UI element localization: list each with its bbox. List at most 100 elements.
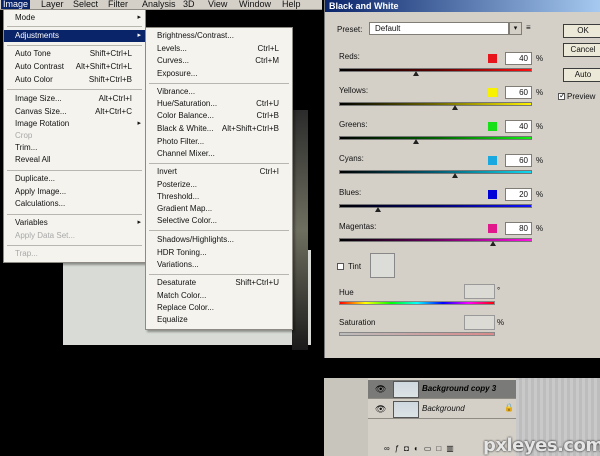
menu-item-variables[interactable]: Variables ▸ bbox=[4, 217, 145, 229]
menu-item-equalize[interactable]: Equalize bbox=[146, 314, 292, 326]
menu-item-apply-image[interactable]: Apply Image... bbox=[4, 186, 145, 198]
menu-item-match-color[interactable]: Match Color... bbox=[146, 290, 292, 302]
percent-unit: % bbox=[536, 88, 544, 97]
slider-track[interactable] bbox=[339, 238, 532, 242]
preview-checkbox[interactable]: ✓ bbox=[558, 91, 566, 100]
preset-select[interactable]: Default bbox=[369, 22, 509, 35]
menu-item-threshold[interactable]: Threshold... bbox=[146, 191, 292, 203]
menu-image[interactable]: Image bbox=[1, 0, 31, 9]
menu-item-trim[interactable]: Trim... bbox=[4, 142, 145, 154]
slider-thumb[interactable] bbox=[451, 173, 458, 178]
layer-row-background-copy-3[interactable]: 👁 Background copy 3 bbox=[368, 380, 516, 399]
saturation-value-field[interactable] bbox=[464, 315, 495, 330]
hue-slider[interactable] bbox=[339, 301, 495, 305]
menu-item-auto-tone[interactable]: Auto Tone Shift+Ctrl+L bbox=[4, 48, 145, 60]
slider-value-field[interactable]: 20 bbox=[505, 188, 532, 201]
menu-item-levels[interactable]: Levels... Ctrl+L bbox=[146, 43, 292, 55]
menu-item-replace-color[interactable]: Replace Color... bbox=[146, 302, 292, 314]
menu-item-brightness-contrast[interactable]: Brightness/Contrast... bbox=[146, 30, 292, 42]
slider-label: Yellows: bbox=[339, 86, 369, 95]
eye-icon[interactable]: 👁 bbox=[375, 384, 386, 394]
preset-options-icon[interactable]: ≡ bbox=[526, 23, 534, 34]
menu-item-variations[interactable]: Variations... bbox=[146, 259, 292, 271]
menu-item-auto-contrast[interactable]: Auto Contrast Alt+Shift+Ctrl+L bbox=[4, 61, 145, 73]
slider-thumb[interactable] bbox=[490, 241, 497, 246]
auto-button[interactable]: Auto bbox=[563, 68, 600, 82]
menu-item-curves[interactable]: Curves... Ctrl+M bbox=[146, 55, 292, 67]
menu-item-shadows-highlights[interactable]: Shadows/Highlights... bbox=[146, 234, 292, 246]
percent-unit: % bbox=[536, 122, 544, 131]
menu-item-channel-mixer[interactable]: Channel Mixer... bbox=[146, 148, 292, 160]
menu-item-apply-data-set[interactable]: Apply Data Set... bbox=[4, 230, 145, 242]
adjustment-layer-icon[interactable]: ◐ bbox=[414, 444, 424, 453]
slider-value-field[interactable]: 60 bbox=[505, 154, 532, 167]
menu-item-invert[interactable]: Invert Ctrl+I bbox=[146, 166, 292, 178]
menu-item-exposure[interactable]: Exposure... bbox=[146, 68, 292, 80]
menu-item-image-rotation[interactable]: Image Rotation ▸ bbox=[4, 118, 145, 130]
menu-layer[interactable]: Layer bbox=[41, 0, 64, 9]
preset-dropdown-button[interactable]: ▾ bbox=[509, 22, 522, 35]
menu-item-mode[interactable]: Mode ▸ bbox=[4, 12, 145, 24]
menu-select[interactable]: Select bbox=[73, 0, 98, 9]
menu-item-hdr-toning[interactable]: HDR Toning... bbox=[146, 247, 292, 259]
ok-button[interactable]: OK bbox=[563, 24, 600, 38]
mask-icon[interactable]: ◘ bbox=[404, 444, 414, 453]
saturation-slider[interactable] bbox=[339, 332, 495, 336]
layer-row-background[interactable]: 👁 Background 🔒 bbox=[368, 400, 516, 419]
folder-icon[interactable]: ▭ bbox=[424, 444, 437, 453]
menu-item-duplicate[interactable]: Duplicate... bbox=[4, 173, 145, 185]
menu-3d[interactable]: 3D bbox=[183, 0, 195, 9]
slider-track[interactable] bbox=[339, 170, 532, 174]
slider-label: Cyans: bbox=[339, 154, 364, 163]
slider-value-field[interactable]: 60 bbox=[505, 86, 532, 99]
slider-value-field[interactable]: 80 bbox=[505, 222, 532, 235]
chevron-down-icon: ▾ bbox=[513, 25, 518, 32]
menu-help[interactable]: Help bbox=[282, 0, 301, 9]
slider-value-field[interactable]: 40 bbox=[505, 120, 532, 133]
fx-icon[interactable]: ƒ bbox=[395, 444, 404, 453]
menu-item-auto-color[interactable]: Auto Color Shift+Ctrl+B bbox=[4, 74, 145, 86]
menu-item-hue-saturation[interactable]: Hue/Saturation... Ctrl+U bbox=[146, 98, 292, 110]
eye-icon[interactable]: 👁 bbox=[375, 404, 386, 414]
menu-item-black-white[interactable]: Black & White... Alt+Shift+Ctrl+B bbox=[146, 123, 292, 135]
menu-item-vibrance[interactable]: Vibrance... bbox=[146, 86, 292, 98]
trash-icon[interactable]: ▥ bbox=[446, 444, 459, 453]
menu-item-calculations[interactable]: Calculations... bbox=[4, 198, 145, 210]
slider-thumb[interactable] bbox=[374, 207, 381, 212]
menu-item-canvas-size[interactable]: Canvas Size... Alt+Ctrl+C bbox=[4, 106, 145, 118]
slider-thumb[interactable] bbox=[451, 105, 458, 110]
slider-track[interactable] bbox=[339, 136, 532, 140]
menu-item-desaturate[interactable]: Desaturate Shift+Ctrl+U bbox=[146, 277, 292, 289]
menu-item-photo-filter[interactable]: Photo Filter... bbox=[146, 136, 292, 148]
percent-unit: % bbox=[536, 224, 544, 233]
adjustments-submenu: Brightness/Contrast... Levels... Ctrl+L C… bbox=[145, 27, 293, 330]
menu-item-image-size[interactable]: Image Size... Alt+Ctrl+I bbox=[4, 93, 145, 105]
slider-thumb[interactable] bbox=[413, 71, 420, 76]
new-layer-icon[interactable]: □ bbox=[436, 444, 446, 453]
menu-item-trap[interactable]: Trap... bbox=[4, 248, 145, 260]
link-layers-icon[interactable]: ∞ bbox=[384, 444, 395, 453]
color-swatch bbox=[488, 54, 497, 63]
slider-track[interactable] bbox=[339, 204, 532, 208]
menu-filter[interactable]: Filter bbox=[108, 0, 128, 9]
menu-item-color-balance[interactable]: Color Balance... Ctrl+B bbox=[146, 110, 292, 122]
tint-color-swatch[interactable] bbox=[370, 253, 395, 278]
saturation-unit: % bbox=[497, 318, 505, 327]
slider-value-field[interactable]: 40 bbox=[505, 52, 532, 65]
menu-window[interactable]: Window bbox=[239, 0, 271, 9]
slider-track[interactable] bbox=[339, 102, 532, 106]
menu-view[interactable]: View bbox=[208, 0, 227, 9]
menu-analysis[interactable]: Analysis bbox=[142, 0, 176, 9]
cancel-button[interactable]: Cancel bbox=[563, 43, 600, 57]
menu-item-reveal-all[interactable]: Reveal All bbox=[4, 154, 145, 166]
tint-checkbox[interactable] bbox=[337, 263, 344, 270]
slider-thumb[interactable] bbox=[413, 139, 420, 144]
image-menu: Mode ▸ Adjustments ▸ Auto Tone Shift+Ctrl+L… bbox=[3, 9, 146, 263]
hue-value-field[interactable] bbox=[464, 284, 495, 299]
menu-item-adjustments[interactable]: Adjustments ▸ bbox=[4, 30, 145, 42]
menu-item-selective-color[interactable]: Selective Color... bbox=[146, 215, 292, 227]
menu-item-posterize[interactable]: Posterize... bbox=[146, 179, 292, 191]
slider-track[interactable] bbox=[339, 68, 532, 72]
menu-item-crop[interactable]: Crop bbox=[4, 130, 145, 142]
menu-item-gradient-map[interactable]: Gradient Map... bbox=[146, 203, 292, 215]
